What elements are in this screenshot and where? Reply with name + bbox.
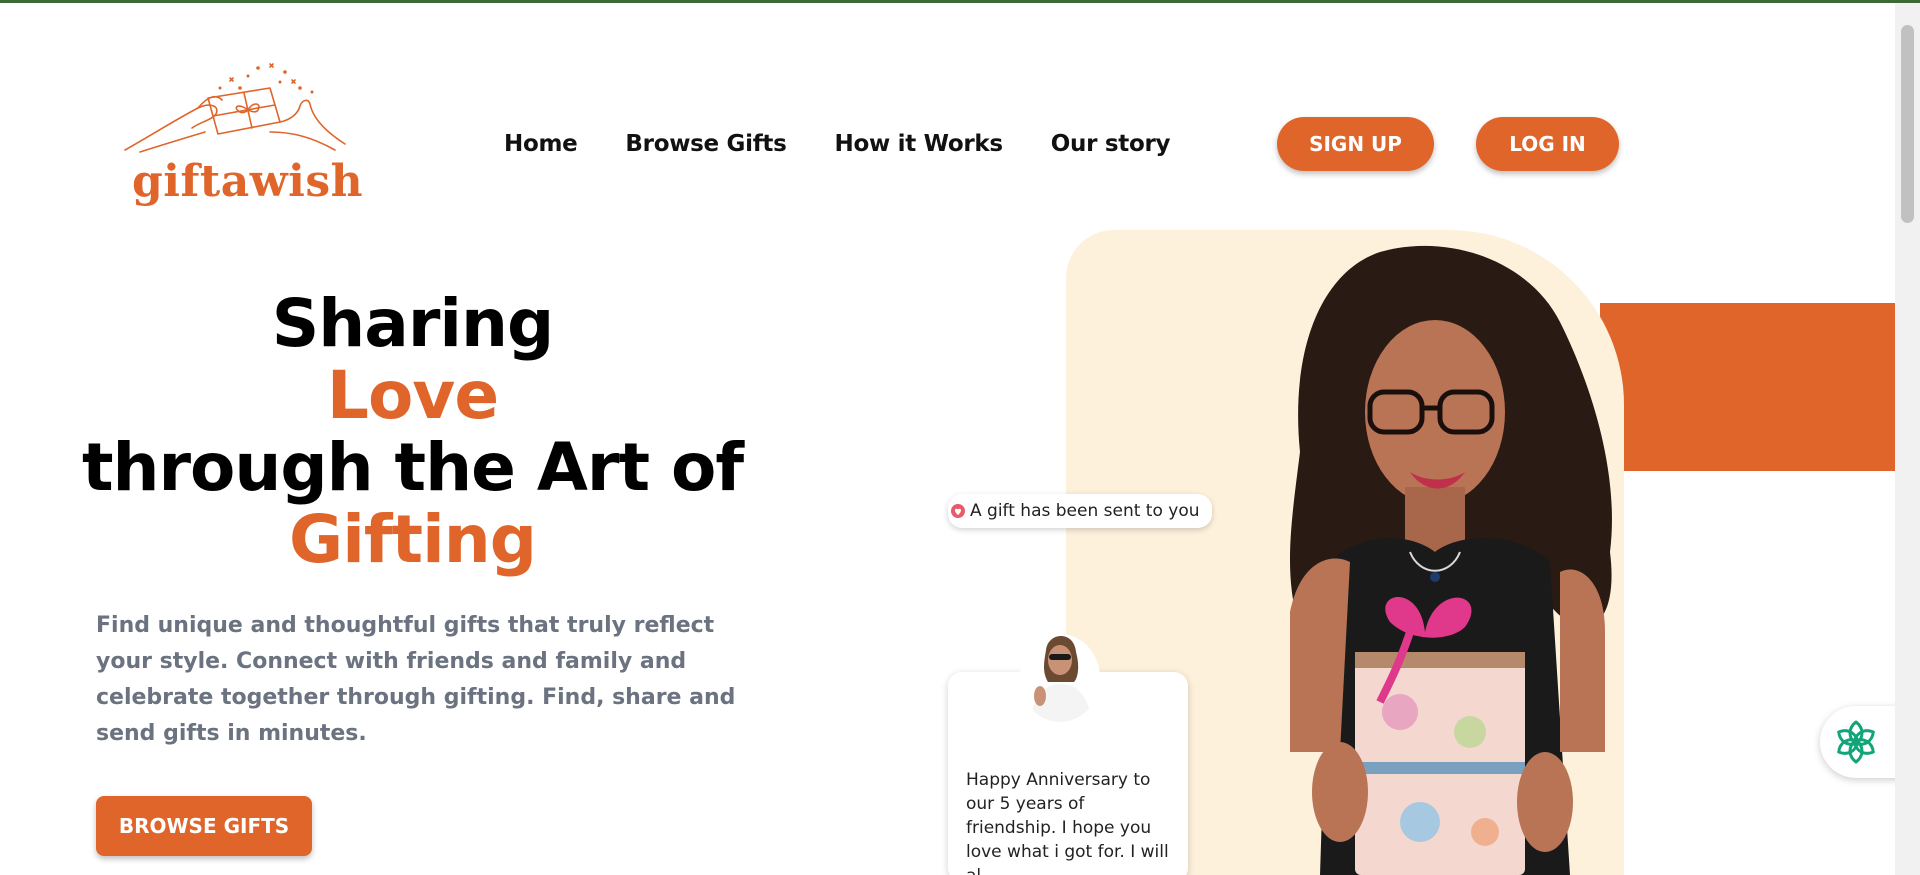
hero-title: Sharing Love through the Art of Gifting xyxy=(80,288,745,576)
nav-item-how-it-works[interactable]: How it Works xyxy=(835,131,1004,157)
decorative-orange-block xyxy=(1600,303,1896,471)
hero-title-line-1: Sharing xyxy=(271,285,554,362)
notification-text: A gift has been sent to you xyxy=(970,501,1200,521)
sender-avatar xyxy=(1020,634,1100,722)
message-text: Happy Anniversary to our 5 years of frie… xyxy=(966,770,1169,875)
logo-wordmark: giftawish xyxy=(132,156,364,207)
gift-notification: A gift has been sent to you xyxy=(948,494,1212,528)
page-scrollbar[interactable] xyxy=(1895,3,1920,875)
log-in-button[interactable]: LOG IN xyxy=(1476,117,1619,171)
gift-hands-logo-icon xyxy=(124,63,346,153)
hero-title-line-3: through the Art of xyxy=(81,429,744,506)
browse-gifts-button[interactable]: BROWSE GIFTS xyxy=(96,796,312,856)
nav-item-our-story[interactable]: Our story xyxy=(1051,131,1171,157)
scrollbar-thumb[interactable] xyxy=(1901,25,1914,223)
woman-holding-gift-image xyxy=(1290,245,1612,875)
site-logo[interactable]: giftawish xyxy=(120,58,363,208)
top-border xyxy=(0,0,1920,3)
ai-assistant-icon xyxy=(1837,720,1875,764)
hero-title-line-2: Love xyxy=(326,357,499,434)
gift-heart-icon xyxy=(951,504,965,518)
sign-up-button[interactable]: SIGN UP xyxy=(1277,117,1434,171)
hero-title-line-4: Gifting xyxy=(289,501,537,578)
hero-description: Find unique and thoughtful gifts that tr… xyxy=(96,613,736,746)
nav-item-browse-gifts[interactable]: Browse Gifts xyxy=(625,131,786,157)
main-nav: Home Browse Gifts How it Works Our story xyxy=(504,131,1170,157)
nav-item-home[interactable]: Home xyxy=(504,131,578,157)
